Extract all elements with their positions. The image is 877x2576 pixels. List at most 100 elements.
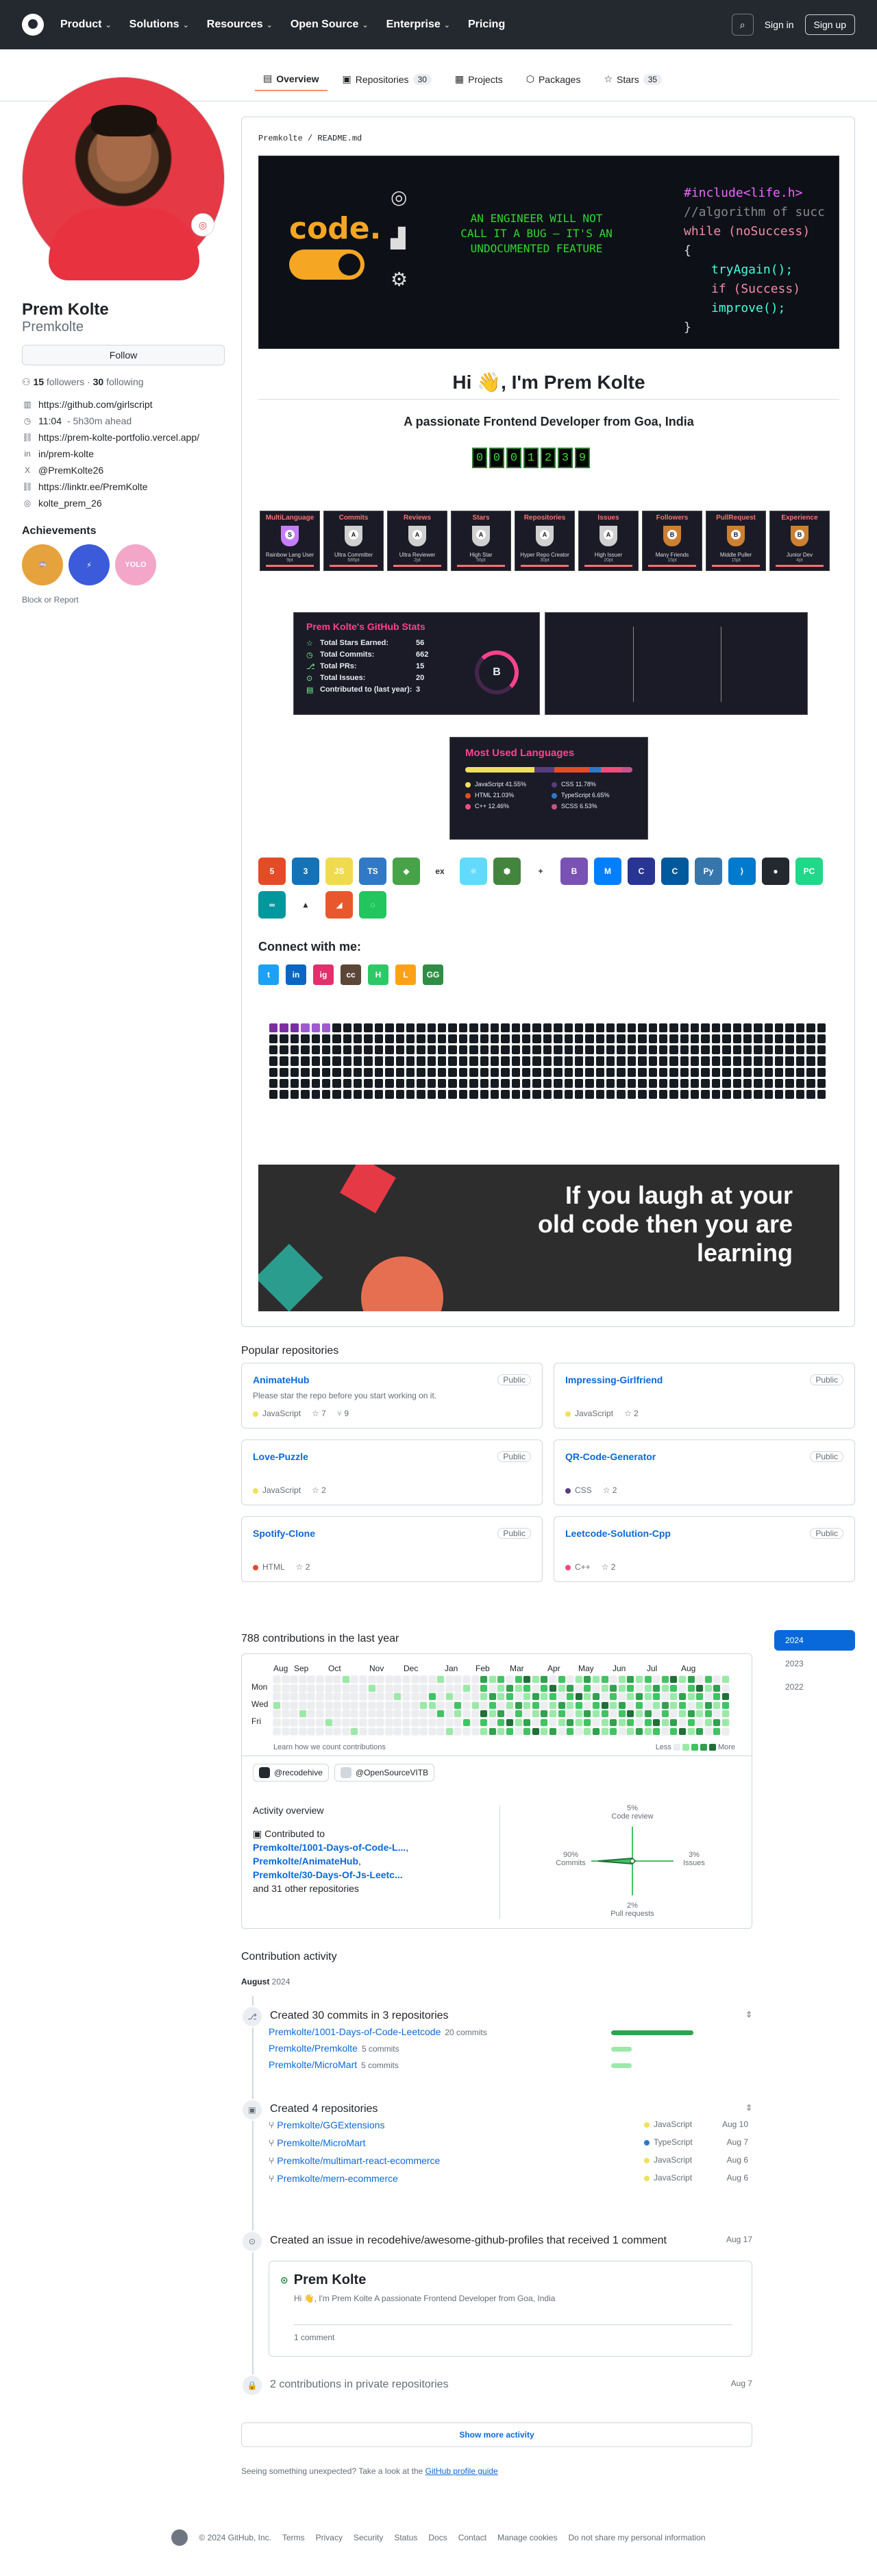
contribution-day[interactable] bbox=[376, 1718, 385, 1727]
contribution-day[interactable] bbox=[583, 1692, 592, 1701]
contribution-day[interactable] bbox=[273, 1684, 281, 1692]
contribution-day[interactable] bbox=[695, 1675, 704, 1684]
contribution-day[interactable] bbox=[583, 1718, 592, 1727]
contribution-day[interactable] bbox=[367, 1718, 376, 1727]
contribution-day[interactable] bbox=[660, 1684, 669, 1692]
following-count[interactable]: 30 bbox=[93, 376, 104, 387]
detail-text[interactable]: in/prem-kolte bbox=[38, 448, 94, 459]
contribution-day[interactable] bbox=[290, 1675, 299, 1684]
issue-heading[interactable]: Prem Kolte bbox=[294, 2272, 367, 2288]
contribution-day[interactable] bbox=[695, 1710, 704, 1718]
contribution-day[interactable] bbox=[307, 1692, 316, 1701]
contribution-day[interactable] bbox=[600, 1727, 609, 1736]
contribution-day[interactable] bbox=[290, 1718, 299, 1727]
contribution-day[interactable] bbox=[497, 1710, 506, 1718]
contribution-day[interactable] bbox=[531, 1675, 540, 1684]
contribution-day[interactable] bbox=[307, 1675, 316, 1684]
contribution-day[interactable] bbox=[617, 1684, 626, 1692]
contribution-day[interactable] bbox=[591, 1675, 600, 1684]
contribution-day[interactable] bbox=[626, 1675, 635, 1684]
linkedin-icon[interactable]: in bbox=[286, 964, 306, 985]
contribution-day[interactable] bbox=[557, 1701, 566, 1710]
contribution-day[interactable] bbox=[652, 1727, 661, 1736]
contribution-day[interactable] bbox=[358, 1727, 367, 1736]
contribution-day[interactable] bbox=[600, 1710, 609, 1718]
footer-link[interactable]: Docs bbox=[428, 2533, 447, 2542]
contribution-day[interactable] bbox=[367, 1701, 376, 1710]
contribution-day[interactable] bbox=[617, 1710, 626, 1718]
contribution-day[interactable] bbox=[574, 1701, 583, 1710]
contribution-day[interactable] bbox=[634, 1710, 643, 1718]
nav-item-solutions[interactable]: Solutions ⌄ bbox=[129, 19, 189, 31]
contribution-day[interactable] bbox=[488, 1701, 497, 1710]
contribution-day[interactable] bbox=[713, 1727, 721, 1736]
contribution-day[interactable] bbox=[523, 1701, 532, 1710]
contribution-day[interactable] bbox=[462, 1718, 471, 1727]
contribution-day[interactable] bbox=[419, 1710, 428, 1718]
contribution-day[interactable] bbox=[333, 1692, 342, 1701]
contribution-day[interactable] bbox=[324, 1692, 333, 1701]
contribution-day[interactable] bbox=[445, 1675, 454, 1684]
hackerrank-icon[interactable]: H bbox=[368, 964, 388, 985]
repo-stars[interactable]: ☆ 2 bbox=[296, 1562, 310, 1572]
contribution-day[interactable] bbox=[540, 1692, 549, 1701]
contribution-day[interactable] bbox=[471, 1710, 480, 1718]
contribution-day[interactable] bbox=[497, 1675, 506, 1684]
contribution-day[interactable] bbox=[315, 1692, 324, 1701]
contribution-day[interactable] bbox=[273, 1675, 281, 1684]
follow-button[interactable]: Follow bbox=[22, 345, 225, 365]
contribution-day[interactable] bbox=[281, 1684, 290, 1692]
contribution-day[interactable] bbox=[445, 1727, 454, 1736]
contribution-day[interactable] bbox=[384, 1684, 393, 1692]
contribution-day[interactable] bbox=[428, 1701, 436, 1710]
contribution-day[interactable] bbox=[506, 1675, 515, 1684]
tab-repositories[interactable]: ▣ Repositories 30 bbox=[334, 67, 440, 91]
contribution-day[interactable] bbox=[634, 1692, 643, 1701]
contribution-day[interactable] bbox=[462, 1727, 471, 1736]
contribution-day[interactable] bbox=[281, 1675, 290, 1684]
year-2022[interactable]: 2022 bbox=[774, 1677, 855, 1697]
contribution-day[interactable] bbox=[273, 1718, 281, 1727]
contribution-day[interactable] bbox=[695, 1701, 704, 1710]
contribution-day[interactable] bbox=[367, 1710, 376, 1718]
contribution-day[interactable] bbox=[540, 1675, 549, 1684]
contribution-day[interactable] bbox=[393, 1692, 402, 1701]
contribution-day[interactable] bbox=[290, 1701, 299, 1710]
contribution-day[interactable] bbox=[652, 1710, 661, 1718]
contribution-day[interactable] bbox=[384, 1718, 393, 1727]
contribution-day[interactable] bbox=[566, 1710, 575, 1718]
show-more-activity-button[interactable]: Show more activity bbox=[241, 2422, 752, 2447]
contribution-day[interactable] bbox=[531, 1727, 540, 1736]
contribution-day[interactable] bbox=[471, 1684, 480, 1692]
contribution-day[interactable] bbox=[324, 1675, 333, 1684]
contribution-day[interactable] bbox=[687, 1692, 695, 1701]
created-repo-link[interactable]: Premkolte/MicroMart bbox=[277, 2137, 365, 2148]
contribution-day[interactable] bbox=[350, 1692, 359, 1701]
contribution-day[interactable] bbox=[557, 1692, 566, 1701]
contribution-day[interactable] bbox=[315, 1684, 324, 1692]
contribution-day[interactable] bbox=[600, 1701, 609, 1710]
repo-stars[interactable]: ☆ 2 bbox=[312, 1485, 326, 1495]
contribution-day[interactable] bbox=[549, 1718, 557, 1727]
contribution-day[interactable] bbox=[557, 1710, 566, 1718]
contribution-day[interactable] bbox=[523, 1710, 532, 1718]
contributed-repo-link[interactable]: Premkolte/AnimateHub bbox=[253, 1856, 358, 1867]
contribution-day[interactable] bbox=[617, 1692, 626, 1701]
contribution-day[interactable] bbox=[428, 1727, 436, 1736]
repo-stars[interactable]: ☆ 2 bbox=[603, 1485, 617, 1495]
contribution-day[interactable] bbox=[358, 1692, 367, 1701]
contribution-day[interactable] bbox=[626, 1692, 635, 1701]
detail-text[interactable]: https://github.com/girlscript bbox=[38, 399, 153, 410]
contribution-day[interactable] bbox=[454, 1675, 462, 1684]
contribution-day[interactable] bbox=[367, 1727, 376, 1736]
contribution-day[interactable] bbox=[669, 1710, 678, 1718]
contribution-day[interactable] bbox=[609, 1684, 618, 1692]
year-2024[interactable]: 2024 bbox=[774, 1630, 855, 1651]
contribution-day[interactable] bbox=[687, 1684, 695, 1692]
contribution-day[interactable] bbox=[549, 1692, 557, 1701]
contribution-day[interactable] bbox=[609, 1675, 618, 1684]
contribution-day[interactable] bbox=[480, 1701, 489, 1710]
contribution-day[interactable] bbox=[531, 1701, 540, 1710]
contribution-day[interactable] bbox=[583, 1684, 592, 1692]
contribution-day[interactable] bbox=[695, 1718, 704, 1727]
